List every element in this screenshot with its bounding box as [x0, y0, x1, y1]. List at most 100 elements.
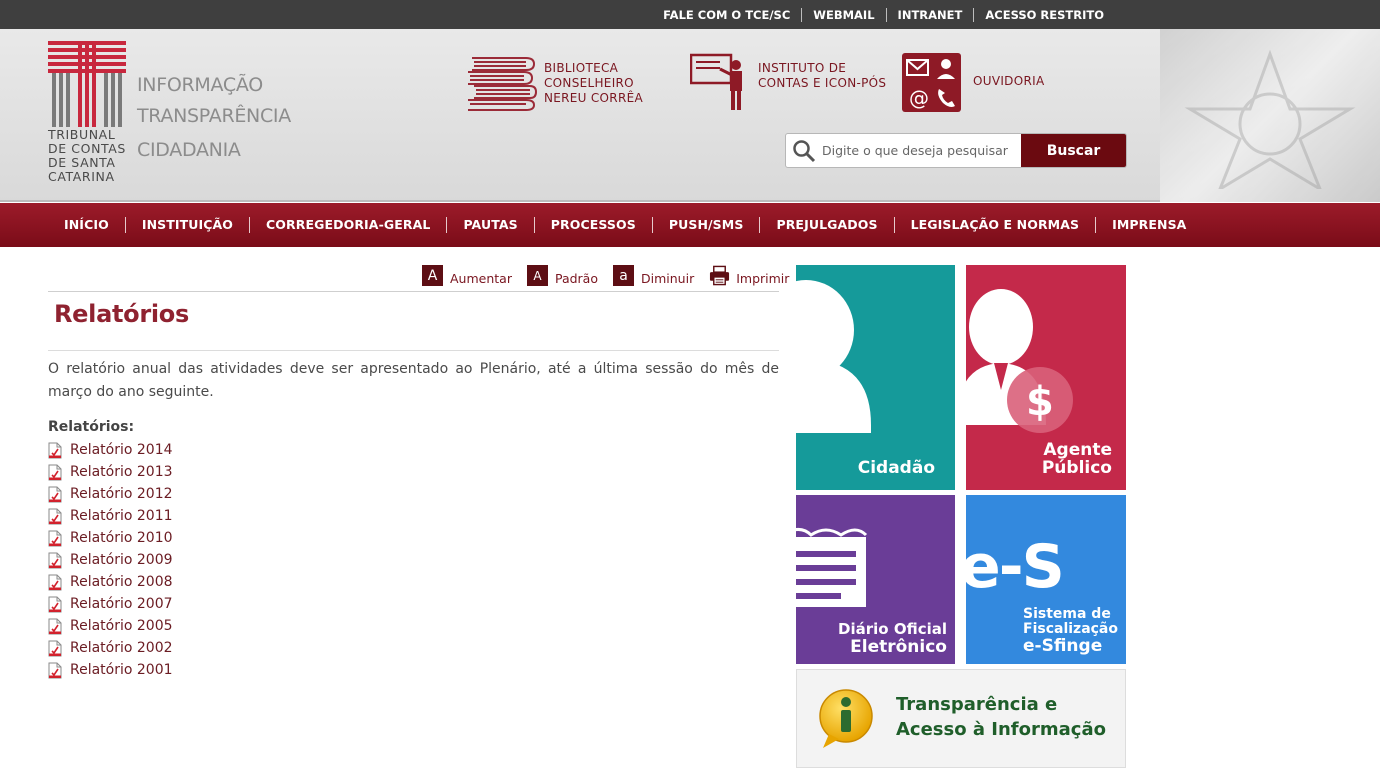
- report-item: Relatório 2008: [48, 571, 173, 593]
- nav-imprensa[interactable]: IMPRENSA: [1095, 217, 1202, 233]
- report-link[interactable]: Relatório 2001: [70, 662, 173, 678]
- report-link[interactable]: Relatório 2011: [70, 508, 173, 524]
- decrease-font-label: Diminuir: [641, 271, 695, 286]
- nav-pautas[interactable]: PAUTAS: [446, 217, 533, 233]
- logo-line-3: DE SANTA: [48, 155, 116, 170]
- pdf-document-icon: [48, 640, 62, 656]
- increase-font-button[interactable]: A Aumentar: [422, 265, 512, 286]
- nav-prejulgados[interactable]: PREJULGADOS: [759, 217, 893, 233]
- report-link[interactable]: Relatório 2007: [70, 596, 173, 612]
- report-link[interactable]: Relatório 2009: [70, 552, 173, 568]
- tile-cidadao-label: Cidadão: [857, 458, 935, 478]
- title-divider: [48, 350, 779, 351]
- pdf-document-icon: [48, 662, 62, 678]
- tile-agente-label: Agente Público: [1042, 441, 1112, 477]
- biblioteca-label: BIBLIOTECA CONSELHEIRO NEREU CORRÊA: [544, 61, 643, 106]
- header-decoration: [1160, 29, 1380, 202]
- link-intranet[interactable]: INTRANET: [885, 7, 974, 22]
- pdf-document-icon: [48, 508, 62, 524]
- report-link[interactable]: Relatório 2005: [70, 618, 173, 634]
- report-link[interactable]: Relatório 2002: [70, 640, 173, 656]
- ouvidoria-link[interactable]: @ OUVIDORIA: [902, 53, 1044, 112]
- tile-e-sfinge[interactable]: e-S Sistema de Fiscalização e-Sfinge: [966, 495, 1126, 664]
- top-utility-bar: FALE COM O TCE/SC WEBMAIL INTRANET ACESS…: [0, 0, 1380, 29]
- report-link[interactable]: Relatório 2013: [70, 464, 173, 480]
- report-item: Relatório 2011: [48, 505, 173, 527]
- pdf-document-icon: [48, 618, 62, 634]
- citizen-icon: [796, 280, 871, 433]
- default-font-label: Padrão: [554, 271, 598, 286]
- ouvidoria-icon: @: [902, 53, 961, 112]
- tile-agente-line-2: Público: [1041, 458, 1112, 478]
- tile-diario-line-2: Eletrônico: [850, 637, 947, 657]
- pdf-document-icon: [48, 464, 62, 480]
- logo-text: TRIBUNAL DE CONTAS DE SANTA CATARINA: [48, 128, 128, 184]
- search-button[interactable]: Buscar: [1021, 134, 1126, 167]
- tile-agente-publico[interactable]: $ Agente Público: [966, 265, 1126, 490]
- report-item: Relatório 2009: [48, 549, 173, 571]
- transparencia-banner[interactable]: Transparência e Acesso à Informação: [796, 669, 1126, 768]
- tile-esfinge-line-1: Sistema de: [1023, 606, 1111, 622]
- tagline: INFORMAÇÃO TRANSPARÊNCIA CIDADANIA: [137, 72, 291, 165]
- teacher-icon: [690, 53, 742, 110]
- logo-line-4: CATARINA: [48, 169, 115, 184]
- link-fale-conosco[interactable]: FALE COM O TCE/SC: [652, 8, 801, 22]
- main-nav: INÍCIO INSTITUIÇÃO CORREGEDORIA-GERAL PA…: [0, 203, 1380, 247]
- instituto-line-2: CONTAS E ICON-PÓS: [758, 76, 887, 90]
- decrease-font-icon: a: [613, 265, 634, 286]
- pdf-document-icon: [48, 486, 62, 502]
- tile-diario-oficial[interactable]: Diário Oficial Eletrônico: [796, 495, 955, 664]
- ouvidoria-label: OUVIDORIA: [973, 74, 1045, 88]
- printer-icon: [709, 265, 730, 286]
- search-bar: Buscar: [785, 133, 1127, 168]
- report-link[interactable]: Relatório 2014: [70, 442, 173, 458]
- nav-legislacao[interactable]: LEGISLAÇÃO E NORMAS: [893, 217, 1096, 233]
- intro-paragraph: O relatório anual das atividades deve se…: [48, 361, 779, 400]
- report-item: Relatório 2002: [48, 637, 173, 659]
- logo-line-1: TRIBUNAL: [48, 127, 116, 142]
- report-item: Relatório 2010: [48, 527, 173, 549]
- increase-font-label: Aumentar: [450, 271, 512, 286]
- search-input[interactable]: [822, 134, 1021, 167]
- report-link[interactable]: Relatório 2010: [70, 530, 173, 546]
- instituto-link[interactable]: INSTITUTO DE CONTAS E ICON-PÓS: [690, 53, 886, 111]
- print-button[interactable]: Imprimir: [709, 265, 789, 286]
- svg-text:@: @: [909, 86, 929, 110]
- biblioteca-link[interactable]: BIBLIOTECA CONSELHEIRO NEREU CORRÊA: [466, 54, 643, 112]
- e-sfinge-logo: e-S: [966, 532, 1065, 602]
- report-link[interactable]: Relatório 2008: [70, 574, 173, 590]
- info-icon: [819, 689, 873, 748]
- report-link[interactable]: Relatório 2012: [70, 486, 173, 502]
- header-divider: [0, 200, 1160, 202]
- page-title: Relatórios: [54, 300, 189, 328]
- link-acesso-restrito[interactable]: ACESSO RESTRITO: [973, 7, 1115, 22]
- tce-logo[interactable]: [48, 41, 128, 131]
- tools-divider: [48, 291, 779, 292]
- tile-cidadao[interactable]: Cidadão: [796, 265, 955, 490]
- tile-esfinge-line-2: Fiscalização: [1023, 621, 1118, 637]
- link-webmail[interactable]: WEBMAIL: [801, 7, 885, 22]
- increase-font-icon: A: [422, 265, 443, 286]
- report-item: Relatório 2014: [48, 439, 173, 461]
- tile-agente-line-1: Agente: [1043, 440, 1112, 460]
- report-item: Relatório 2001: [48, 659, 173, 681]
- nav-inicio[interactable]: INÍCIO: [48, 217, 125, 233]
- tagline-cidadania: CIDADANIA: [137, 139, 241, 161]
- decrease-font-button[interactable]: a Diminuir: [613, 265, 694, 286]
- nav-push-sms[interactable]: PUSH/SMS: [651, 217, 760, 233]
- report-item: Relatório 2012: [48, 483, 173, 505]
- report-item: Relatório 2007: [48, 593, 173, 615]
- nav-instituicao[interactable]: INSTITUIÇÃO: [124, 217, 249, 233]
- pdf-document-icon: [48, 442, 62, 458]
- tile-diario-line-1: Diário Oficial: [838, 620, 947, 638]
- instituto-line-1: INSTITUTO DE: [758, 61, 847, 75]
- pdf-document-icon: [48, 530, 62, 546]
- transparencia-text: Transparência e Acesso à Informação: [896, 692, 1106, 742]
- logo-line-2: DE CONTAS: [48, 141, 126, 156]
- instituto-label: INSTITUTO DE CONTAS E ICON-PÓS: [758, 61, 886, 91]
- nav-corregedoria[interactable]: CORREGEDORIA-GERAL: [249, 217, 446, 233]
- nav-processos[interactable]: PROCESSOS: [533, 217, 652, 233]
- biblioteca-line-3: NEREU CORRÊA: [544, 90, 643, 105]
- default-font-button[interactable]: A Padrão: [526, 265, 598, 286]
- biblioteca-line-2: CONSELHEIRO: [544, 75, 634, 90]
